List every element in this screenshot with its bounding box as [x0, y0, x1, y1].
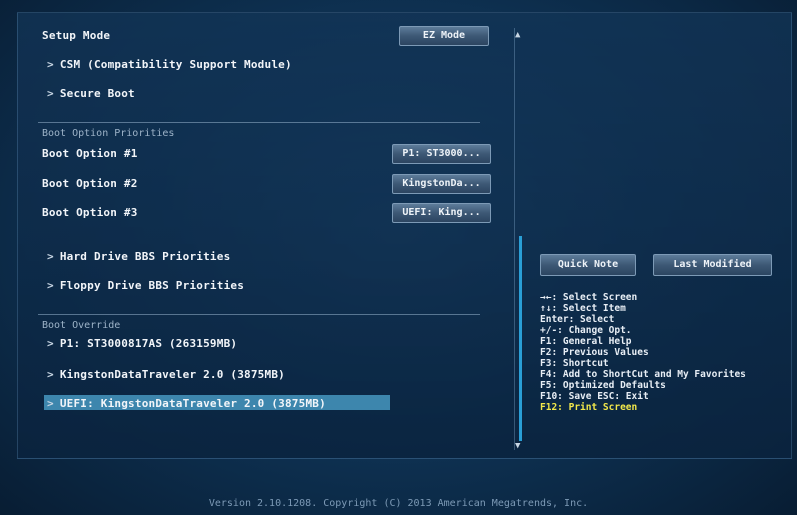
boot-option-3-label: Boot Option #3: [42, 206, 138, 219]
help-line: F10: Save ESC: Exit: [540, 391, 649, 402]
quick-note-button[interactable]: Quick Note: [540, 254, 636, 276]
boot-override-item-2-label: KingstonDataTraveler 2.0 (3875MB): [59, 368, 285, 381]
footer-copyright: Version 2.10.1208. Copyright (C) 2013 Am…: [208, 498, 589, 509]
boot-option-2-select[interactable]: KingstonDa...: [392, 174, 491, 194]
help-line: +/-: Change Opt.: [540, 325, 632, 336]
help-line-print-screen: F12: Print Screen: [540, 402, 638, 413]
help-line: ↑↓: Select Item: [540, 303, 626, 314]
submenu-arrow-icon: >: [47, 87, 54, 100]
submenu-arrow-icon: >: [47, 397, 54, 410]
submenu-arrow-icon: >: [47, 337, 54, 350]
ez-mode-button[interactable]: EZ Mode: [399, 26, 489, 46]
boot-option-3-select[interactable]: UEFI: King...: [392, 203, 491, 223]
help-line: F2: Previous Values: [540, 347, 649, 358]
boot-override-item-1[interactable]: > P1: ST3000817AS (263159MB): [47, 337, 237, 350]
csm-menu-item[interactable]: > CSM (Compatibility Support Module): [47, 58, 292, 71]
help-line: Enter: Select: [540, 314, 615, 325]
boot-option-priorities-heading: Boot Option Priorities: [42, 128, 175, 139]
scroll-down-icon[interactable]: ▼: [515, 441, 520, 451]
scrollbar-thumb[interactable]: [519, 236, 522, 441]
boot-override-heading: Boot Override: [42, 320, 121, 331]
submenu-arrow-icon: >: [47, 250, 54, 263]
hdd-bbs-menu-item[interactable]: > Hard Drive BBS Priorities: [47, 250, 230, 263]
boot-override-item-2[interactable]: > KingstonDataTraveler 2.0 (3875MB): [47, 368, 285, 381]
help-line: F3: Shortcut: [540, 358, 609, 369]
help-line: →←: Select Screen: [540, 292, 638, 303]
boot-option-2-label: Boot Option #2: [42, 177, 138, 190]
setup-mode-label: Setup Mode: [42, 29, 111, 42]
scroll-up-icon[interactable]: ▲: [515, 30, 520, 40]
floppy-bbs-label: Floppy Drive BBS Priorities: [59, 279, 245, 292]
boot-override-item-3-label: UEFI: KingstonDataTraveler 2.0 (3875MB): [59, 397, 326, 410]
help-line: F1: General Help: [540, 336, 632, 347]
help-line: F4: Add to ShortCut and My Favorites: [540, 369, 746, 380]
csm-label: CSM (Compatibility Support Module): [59, 58, 292, 71]
help-legend: →←: Select Screen ↑↓: Select Item Enter:…: [540, 292, 746, 413]
section-divider: [38, 314, 480, 315]
boot-option-1-label: Boot Option #1: [42, 147, 138, 160]
boot-override-item-1-label: P1: ST3000817AS (263159MB): [59, 337, 238, 350]
boot-override-item-3[interactable]: > UEFI: KingstonDataTraveler 2.0 (3875MB): [47, 397, 326, 410]
secure-boot-label: Secure Boot: [59, 87, 135, 100]
last-modified-button[interactable]: Last Modified: [653, 254, 772, 276]
help-line: F5: Optimized Defaults: [540, 380, 666, 391]
secure-boot-menu-item[interactable]: > Secure Boot: [47, 87, 135, 100]
submenu-arrow-icon: >: [47, 368, 54, 381]
submenu-arrow-icon: >: [47, 58, 54, 71]
hdd-bbs-label: Hard Drive BBS Priorities: [59, 250, 231, 263]
section-divider: [38, 122, 480, 123]
panel-separator: [514, 28, 515, 450]
submenu-arrow-icon: >: [47, 279, 54, 292]
boot-option-1-select[interactable]: P1: ST3000...: [392, 144, 491, 164]
floppy-bbs-menu-item[interactable]: > Floppy Drive BBS Priorities: [47, 279, 244, 292]
